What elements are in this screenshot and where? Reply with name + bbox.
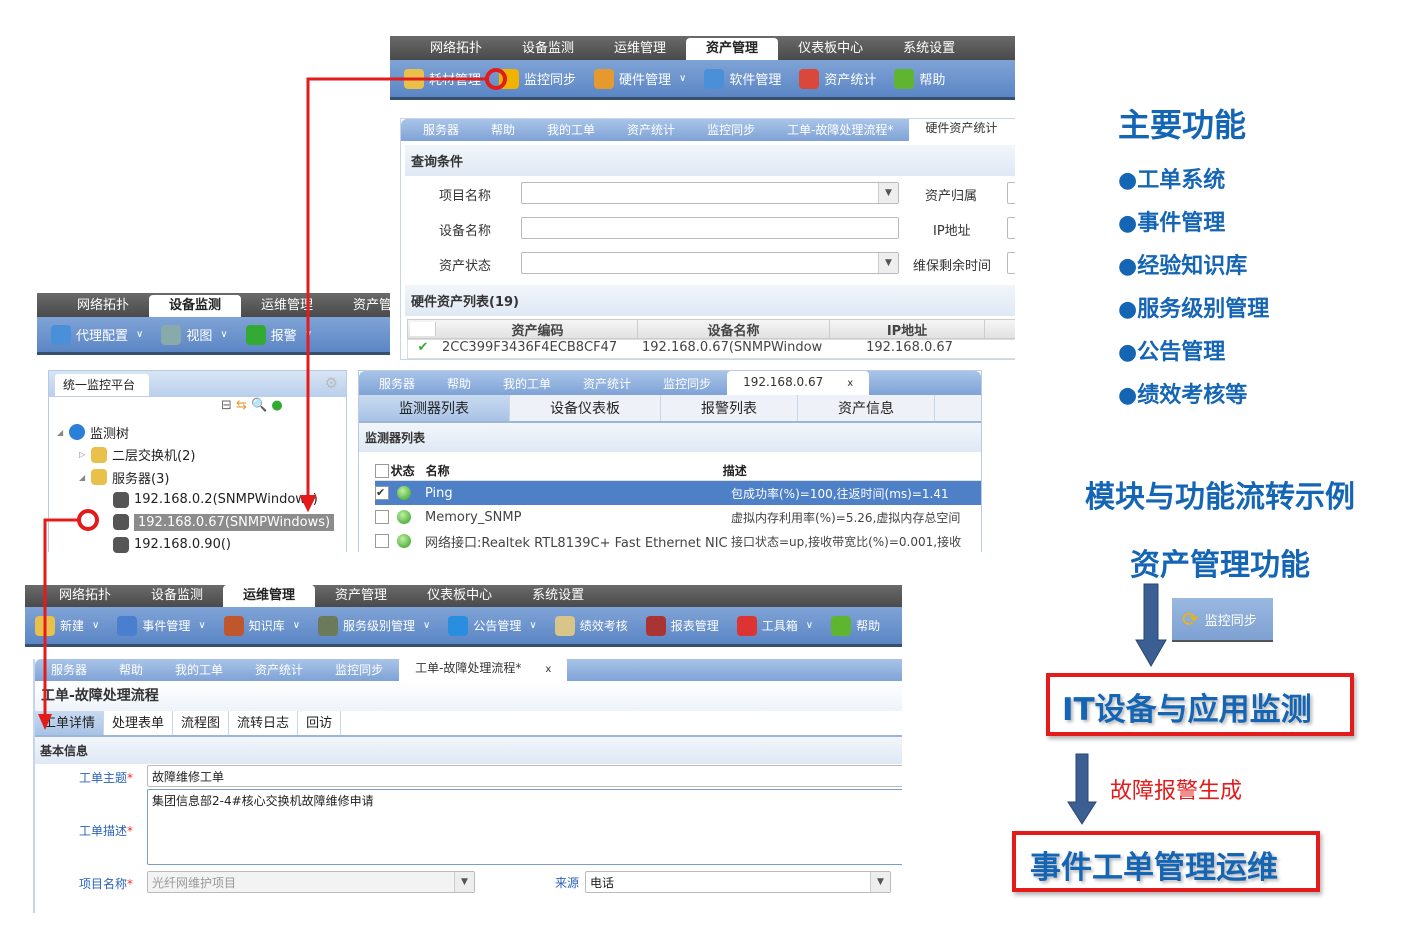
feature-item: ●经验知识库 xyxy=(1118,254,1248,279)
sync-icon: ⟳ xyxy=(1182,607,1199,631)
highlight-circle-sync xyxy=(485,68,507,90)
connector-line-device xyxy=(43,518,79,718)
connector-line-sync xyxy=(306,77,390,500)
feature-item: ●服务级别管理 xyxy=(1118,297,1270,322)
arrowhead-down-icon xyxy=(38,714,52,730)
step-workorder: 事件工单管理运维 xyxy=(1030,850,1278,886)
feature-item: ●公告管理 xyxy=(1118,340,1226,365)
feature-item: ●绩效考核等 xyxy=(1118,383,1248,408)
sync-button-sample: ⟳ 监控同步 xyxy=(1172,598,1273,642)
flow-arrow-down-icon xyxy=(1135,583,1167,668)
flow-arrow-down-icon xyxy=(1067,753,1097,825)
flow-title: 模块与功能流转示例 xyxy=(1085,480,1355,515)
arrowhead-down-icon xyxy=(300,495,316,513)
step-asset-management: 资产管理功能 xyxy=(1130,548,1310,583)
step-it-monitoring: IT设备与应用监测 xyxy=(1062,692,1312,728)
sync-label: 监控同步 xyxy=(1204,613,1257,629)
feature-item: ●事件管理 xyxy=(1118,211,1226,236)
alarm-label: 故障报警生成 xyxy=(1110,779,1243,804)
feature-item: ●工单系统 xyxy=(1118,168,1226,193)
highlight-circle-device xyxy=(77,509,99,531)
features-title: 主要功能 xyxy=(1118,106,1247,144)
